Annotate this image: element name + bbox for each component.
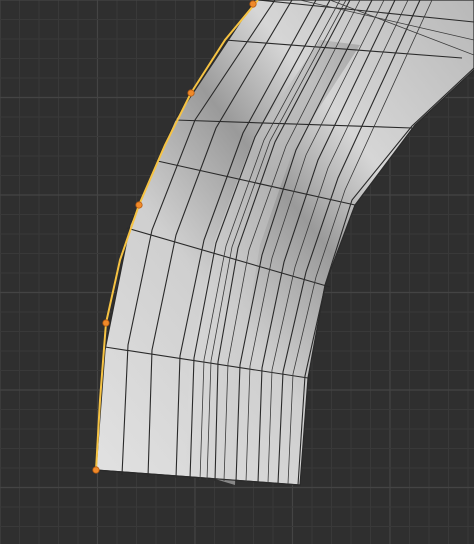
curved-extrusion-mesh[interactable]: [92, 0, 474, 486]
vertex-handle[interactable]: [135, 201, 143, 209]
3d-viewport[interactable]: [0, 0, 474, 544]
vertex-handle[interactable]: [92, 466, 100, 474]
viewport-canvas[interactable]: [0, 0, 474, 544]
vertex-handle[interactable]: [249, 0, 257, 8]
vertex-handle[interactable]: [102, 319, 110, 327]
vertex-handle[interactable]: [187, 89, 195, 97]
